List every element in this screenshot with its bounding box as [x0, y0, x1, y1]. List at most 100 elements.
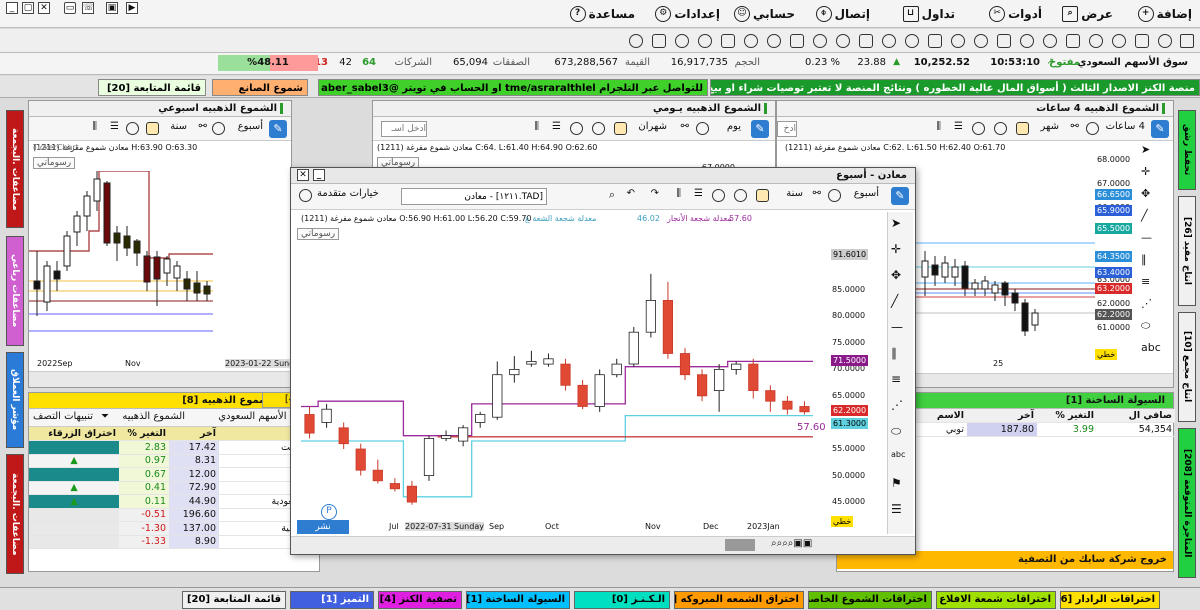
liq-col-change[interactable]: التغير % — [1037, 409, 1097, 423]
clock-icon[interactable] — [675, 34, 689, 48]
book-icon[interactable] — [744, 34, 758, 48]
link-icon[interactable]: ⚯ — [1071, 121, 1079, 137]
weekly-interval[interactable]: أسبوع — [238, 121, 263, 137]
pie-icon[interactable] — [813, 34, 827, 48]
monitor-icon[interactable] — [1020, 34, 1034, 48]
candle-filter-alerts[interactable]: تنبيهات التصف — [33, 411, 93, 427]
list-icon[interactable]: ☰ — [954, 121, 963, 137]
bottom-tab[interactable]: اختراقات الرادار [6] — [1060, 591, 1160, 609]
alert-icon[interactable] — [972, 122, 985, 135]
advanced-options[interactable]: خيارات متقدمة — [317, 188, 379, 204]
left-tab-3[interactable]: مؤشر العملاق — [6, 352, 24, 448]
gauge-icon[interactable] — [592, 122, 605, 135]
menu-help[interactable]: مساعدة? — [569, 4, 635, 24]
publish-button[interactable]: نشر — [297, 520, 349, 534]
clock-icon[interactable] — [212, 122, 225, 135]
alert-icon[interactable] — [712, 189, 725, 202]
bottom-tab[interactable]: اختراق الشمعه المبروكه [3] — [674, 591, 804, 609]
eye-icon[interactable] — [974, 34, 988, 48]
right-tab-2[interactable]: [26] انتاج مفيد — [1178, 196, 1196, 306]
daily-symbol-input[interactable] — [381, 121, 427, 137]
flag-tool-icon[interactable]: ⚑ — [891, 476, 902, 490]
channel-tool-icon[interactable]: ∥ — [891, 346, 897, 360]
table-row[interactable]: 0.6712.00صنيع — [29, 467, 321, 482]
stack-icon[interactable] — [836, 34, 850, 48]
map-icon[interactable] — [767, 34, 781, 48]
p-marker-icon[interactable]: P — [321, 504, 337, 520]
pen-tool-icon[interactable] — [756, 189, 769, 202]
text-tool-icon[interactable]: abc — [1141, 341, 1161, 354]
main-line-type-btn[interactable]: خطي — [831, 516, 854, 527]
table-row[interactable]: 1.30-137.00ك العربية — [29, 521, 321, 536]
hline-tool-icon[interactable]: — — [1141, 231, 1152, 244]
4h-period[interactable]: شهر — [1040, 121, 1059, 137]
maker-candles-tab[interactable]: شموع الصانع — [212, 79, 308, 96]
line-tool-icon[interactable]: ╱ — [1141, 209, 1148, 222]
fib-tool-icon[interactable]: ≡ — [891, 372, 901, 386]
table-row[interactable]: ▲0.978.31ار — [29, 454, 321, 468]
cursor-icon[interactable]: ➤ — [1141, 143, 1150, 156]
bottom-tab[interactable]: السيولة الساخنة [1] — [466, 591, 570, 609]
calendar-icon[interactable] — [928, 34, 942, 48]
bank-icon[interactable] — [859, 34, 873, 48]
gauge-icon[interactable] — [994, 122, 1007, 135]
4h-line-type-btn[interactable]: خطي — [1095, 349, 1118, 360]
col-header-change[interactable]: التغير % — [119, 427, 169, 441]
search-icon[interactable]: ⌕ — [609, 188, 615, 204]
bottom-tab[interactable]: تصفية الكنز [4] — [378, 591, 462, 609]
bottom-tab[interactable]: اختراقات شمعة الافلاع [8] — [936, 591, 1056, 609]
filter-icon[interactable]: ⏷ — [101, 411, 109, 427]
right-tab-3[interactable]: [10] انتاج مجمع — [1178, 312, 1196, 422]
gauge-icon[interactable] — [734, 189, 747, 202]
menu-view[interactable]: عرض ⌕ — [1062, 4, 1113, 24]
main-drawings-btn[interactable]: رسوماتي — [297, 228, 340, 240]
main-symbol-input[interactable] — [401, 188, 547, 205]
menu-tools[interactable]: أدوات ✂ — [989, 4, 1042, 24]
daily-interval[interactable]: يوم — [727, 121, 741, 137]
line-tool-icon[interactable]: ╱ — [891, 294, 898, 308]
menu-settings[interactable]: إعدادات ⚙ — [655, 4, 720, 24]
liq-col-net[interactable]: صافي ال — [1097, 409, 1175, 423]
flag-icon[interactable] — [1158, 34, 1172, 48]
pen-tool-icon[interactable] — [614, 122, 627, 135]
restore-icon[interactable]: ▢ — [22, 2, 34, 14]
pen-tool-icon[interactable] — [146, 122, 159, 135]
link-icon[interactable]: ⚯ — [813, 188, 821, 204]
pen-tool-icon[interactable] — [1016, 122, 1029, 135]
shape-tool-icon[interactable]: ⬭ — [891, 424, 901, 439]
text-tool-icon[interactable]: abc — [891, 450, 905, 459]
shape-tool-icon[interactable]: ⬭ — [1141, 319, 1150, 333]
4h-symbol-input[interactable] — [777, 121, 797, 137]
phone-icon[interactable] — [1135, 34, 1149, 48]
table-row[interactable]: 2.8317.42زيرة ريت — [29, 440, 321, 455]
move-icon[interactable]: ✥ — [1141, 187, 1150, 200]
candle-filter-name[interactable]: الشموع الذهبيه — [122, 411, 185, 427]
bag-icon[interactable] — [1043, 34, 1057, 48]
pattern-tool-icon[interactable]: ⋰ — [891, 398, 903, 412]
alert-icon[interactable] — [570, 122, 583, 135]
globe-icon[interactable] — [951, 34, 965, 48]
list-icon[interactable]: ☰ — [694, 188, 703, 204]
gear-icon[interactable] — [721, 34, 735, 48]
pattern-tool-icon[interactable]: ⋰ — [1141, 297, 1152, 310]
crosshair-icon[interactable]: ✛ — [1141, 165, 1150, 178]
redo-icon[interactable]: ↷ — [651, 188, 659, 204]
gauge-icon[interactable] — [126, 122, 139, 135]
reload-icon[interactable] — [629, 34, 643, 48]
pin-icon[interactable] — [1066, 34, 1080, 48]
move-icon[interactable]: ✥ — [891, 268, 901, 282]
candle-type-icon[interactable]: ⫼ — [92, 121, 97, 137]
main-scrollbar-thumb[interactable] — [725, 539, 755, 551]
trend-icon[interactable] — [652, 34, 666, 48]
scroll-up-icon[interactable] — [1180, 34, 1194, 48]
candle-type-icon[interactable]: ⫼ — [534, 121, 539, 137]
menu-account[interactable]: حسابي ☺ — [733, 4, 795, 24]
crosshair-icon[interactable]: ✛ — [891, 242, 901, 256]
main-period[interactable]: سنة — [786, 188, 803, 204]
draw-pencil-icon[interactable]: ✎ — [1151, 120, 1169, 138]
table-row[interactable]: ▲0.4172.90ريس — [29, 481, 321, 495]
list-icon[interactable]: ☰ — [110, 121, 119, 137]
fib-tool-icon[interactable]: ≡ — [1141, 275, 1150, 288]
phone-icon[interactable]: ☏ — [82, 2, 94, 14]
coins-icon[interactable] — [997, 34, 1011, 48]
